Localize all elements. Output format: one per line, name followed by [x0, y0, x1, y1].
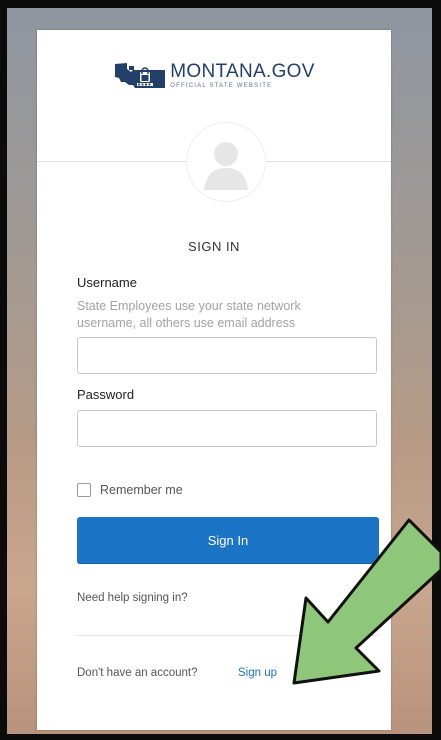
- logo-subtitle: OFFICIAL STATE WEBSITE: [170, 82, 273, 89]
- background-frame: MONTANA.GOV OFFICIAL STATE WEBSITE SIGN …: [7, 8, 432, 734]
- help-link[interactable]: Need help signing in?: [77, 592, 188, 604]
- no-account-text: Don't have an account?: [77, 667, 198, 679]
- logo-title: MONTANA.GOV: [170, 60, 315, 82]
- avatar: [186, 122, 266, 202]
- sign-in-button[interactable]: Sign In: [77, 517, 379, 564]
- password-label: Password: [77, 387, 135, 402]
- password-input[interactable]: [77, 410, 377, 447]
- sign-up-link[interactable]: Sign up: [238, 667, 277, 679]
- remember-me-checkbox[interactable]: [77, 483, 91, 497]
- montana-map-lock-icon: [115, 63, 166, 88]
- user-silhouette-icon: [204, 142, 248, 190]
- username-label: Username: [77, 275, 137, 290]
- username-input[interactable]: [77, 337, 377, 374]
- footer-divider: [77, 635, 379, 636]
- page-title: SIGN IN: [188, 239, 240, 254]
- login-card: MONTANA.GOV OFFICIAL STATE WEBSITE SIGN …: [37, 30, 391, 730]
- remember-me-label[interactable]: Remember me: [100, 483, 183, 497]
- montana-logo: MONTANA.GOV OFFICIAL STATE WEBSITE: [37, 58, 391, 92]
- username-hint: State Employees use your state network u…: [77, 299, 301, 330]
